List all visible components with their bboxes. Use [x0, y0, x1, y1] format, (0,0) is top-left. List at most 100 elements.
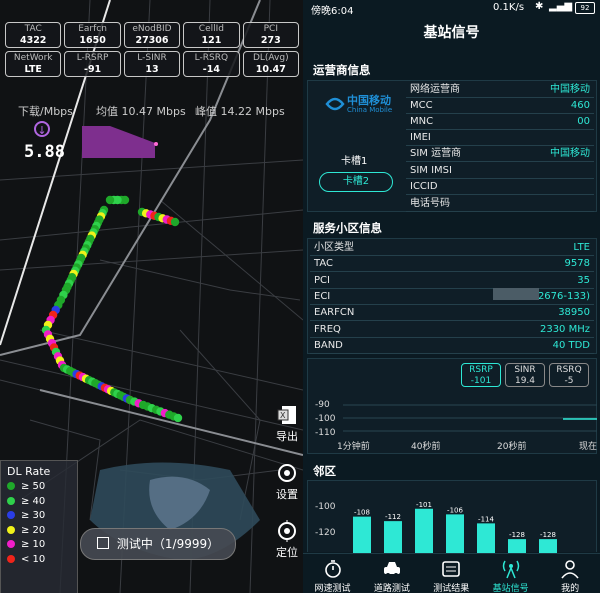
- stat-cell: CellId 121: [183, 22, 240, 48]
- stat-value: -91: [84, 64, 102, 75]
- legend-item-label: ≥ 40: [21, 495, 46, 507]
- route-point: [105, 195, 115, 205]
- neighbor-bar: [508, 539, 526, 553]
- nav-item-4[interactable]: 我的: [541, 554, 600, 593]
- stat-cell: DL(Avg) 10.47: [242, 51, 299, 77]
- legend-dot-icon: [7, 511, 15, 519]
- stat-label: L-RSRP: [76, 53, 109, 63]
- metric-tab-name: RSRQ: [556, 365, 582, 375]
- stat-label: TAC: [24, 24, 42, 34]
- avg-speed-label: 均值 10.47 Mbps: [96, 105, 186, 118]
- stat-value: 273: [260, 35, 281, 46]
- stat-value: 10.47: [255, 64, 286, 75]
- stat-label: DL(Avg): [252, 53, 289, 63]
- signal-x-tick: 40秒前: [411, 442, 441, 452]
- info-row-value: 38950: [558, 307, 590, 319]
- info-row: FREQ 2330 MHz: [310, 322, 594, 338]
- operator-section-title: 运营商信息: [303, 61, 600, 79]
- settings-label: 设置: [276, 488, 298, 501]
- stat-value: -14: [202, 64, 220, 75]
- stat-cell: NetWork LTE: [5, 51, 62, 77]
- info-row-key: ICCID: [410, 181, 438, 193]
- crosshair-icon: [278, 520, 296, 542]
- signal-icon: ▂▄▆: [549, 1, 573, 12]
- route-point: [173, 413, 183, 423]
- bottom-nav: 网速测试 道路测试 测试结果 基站信号 我的: [303, 553, 600, 593]
- nav-item-label: 基站信号: [492, 584, 529, 593]
- sim-slot2-button[interactable]: 卡槽2: [319, 172, 393, 192]
- stat-value: LTE: [24, 64, 42, 75]
- legend-dot-icon: [7, 482, 15, 490]
- china-mobile-logo-icon: [325, 97, 345, 111]
- info-row: ECI 208045 2676-133): [310, 289, 594, 305]
- stat-label: CellId: [198, 24, 224, 34]
- speed-sparkline-endpoint: [154, 142, 158, 146]
- signal-x-tick: 现在: [579, 442, 598, 452]
- neighbor-bar-label: -128: [540, 531, 556, 539]
- locate-button[interactable]: 定位: [271, 520, 303, 560]
- neighbor-bar-label: -106: [447, 506, 463, 514]
- info-row: MCC 460: [406, 98, 594, 114]
- legend-dot-icon: [7, 496, 15, 505]
- car-icon: [383, 562, 400, 577]
- battery-icon: 92: [575, 2, 595, 14]
- neighbor-bar: [539, 539, 557, 553]
- info-row-key: 网络运营商: [410, 84, 460, 95]
- stat-value: 4322: [19, 35, 47, 46]
- metric-tab-sinr[interactable]: SINR 19.4: [505, 363, 545, 387]
- metric-tab-rsrq[interactable]: RSRQ -5: [549, 363, 589, 387]
- dl-rate-legend: DL Rate ≥ 50 ≥ 40 ≥ 30 ≥ 20 ≥ 10 < 10: [0, 460, 78, 593]
- info-row: MNC 00: [406, 114, 594, 130]
- stat-value: 13: [145, 64, 159, 75]
- legend-dot-icon: [7, 554, 15, 563]
- neighbor-bar-label: -114: [478, 515, 494, 523]
- info-row-key: PCI: [314, 274, 330, 286]
- info-row-key: TAC: [314, 258, 333, 270]
- nav-item-2[interactable]: 测试结果: [422, 554, 481, 593]
- legend-item: ≥ 50: [1, 480, 77, 495]
- stat-label: L-RSRQ: [194, 53, 229, 63]
- base-station-signal-panel: 傍晚6:04 0.1K/s ✱ ▂▄▆ 92 基站信号 运营商信息 中国移动 C…: [303, 0, 600, 593]
- metric-tab-value: 19.4: [514, 376, 536, 386]
- stat-cell: L-RSRQ -14: [183, 51, 240, 77]
- info-row: SIM 运营商 中国移动: [406, 146, 594, 163]
- signal-y-tick: -110: [315, 428, 336, 438]
- testing-status-button[interactable]: 测试中（1/9999）: [80, 528, 236, 560]
- nav-item-3[interactable]: 基站信号: [481, 554, 540, 593]
- settings-button[interactable]: 设置: [271, 462, 303, 502]
- nav-item-label: 道路测试: [373, 584, 410, 593]
- bluetooth-icon: ✱: [535, 1, 544, 12]
- stat-value: 121: [201, 35, 222, 46]
- info-row: SIM IMSI: [406, 163, 594, 179]
- neighbor-section-title: 邻区: [313, 464, 336, 478]
- legend-item: ≥ 40: [1, 495, 77, 510]
- info-row: 小区类型 LTE: [310, 240, 594, 256]
- legend-item-label: ≥ 10: [21, 539, 46, 550]
- info-row-key: 小区类型: [314, 242, 354, 253]
- neighbor-bar: [353, 516, 371, 553]
- stat-label: eNodBID: [132, 24, 172, 34]
- metric-tab-value: -5: [564, 376, 574, 386]
- metric-tab-name: SINR: [514, 365, 536, 375]
- neighbor-bar-label: -128: [509, 531, 525, 539]
- stat-cell: Earfcn 1650: [64, 22, 121, 48]
- drive-test-map-panel[interactable]: TAC 4322 Earfcn 1650 eNodBID 27306 CellId 121 PC…: [0, 0, 303, 593]
- info-row: BAND 40 TDD: [310, 338, 594, 354]
- sim-slot-label: 卡槽1: [341, 156, 368, 167]
- nav-item-0[interactable]: 网速测试: [303, 554, 362, 593]
- drive-route: [41, 195, 183, 423]
- stat-label: PCI: [263, 24, 278, 34]
- stat-cell: L-RSRP -91: [64, 51, 121, 77]
- info-row-value: 40 TDD: [552, 339, 590, 351]
- info-row-key: 电话号码: [410, 197, 450, 209]
- nav-item-1[interactable]: 道路测试: [362, 554, 421, 593]
- info-row-key: MNC: [410, 116, 434, 127]
- legend-dot-icon: [7, 540, 15, 548]
- metric-tab-rsrp[interactable]: RSRP -101: [461, 363, 501, 387]
- neighbor-bar-label: -101: [416, 501, 432, 509]
- signal-chart-plot: [343, 404, 597, 432]
- legend-item: ≥ 30: [1, 509, 77, 524]
- stat-cell: L-SINR 13: [123, 51, 181, 77]
- export-button[interactable]: X 导出: [271, 404, 303, 444]
- checkbox-icon: [96, 537, 109, 549]
